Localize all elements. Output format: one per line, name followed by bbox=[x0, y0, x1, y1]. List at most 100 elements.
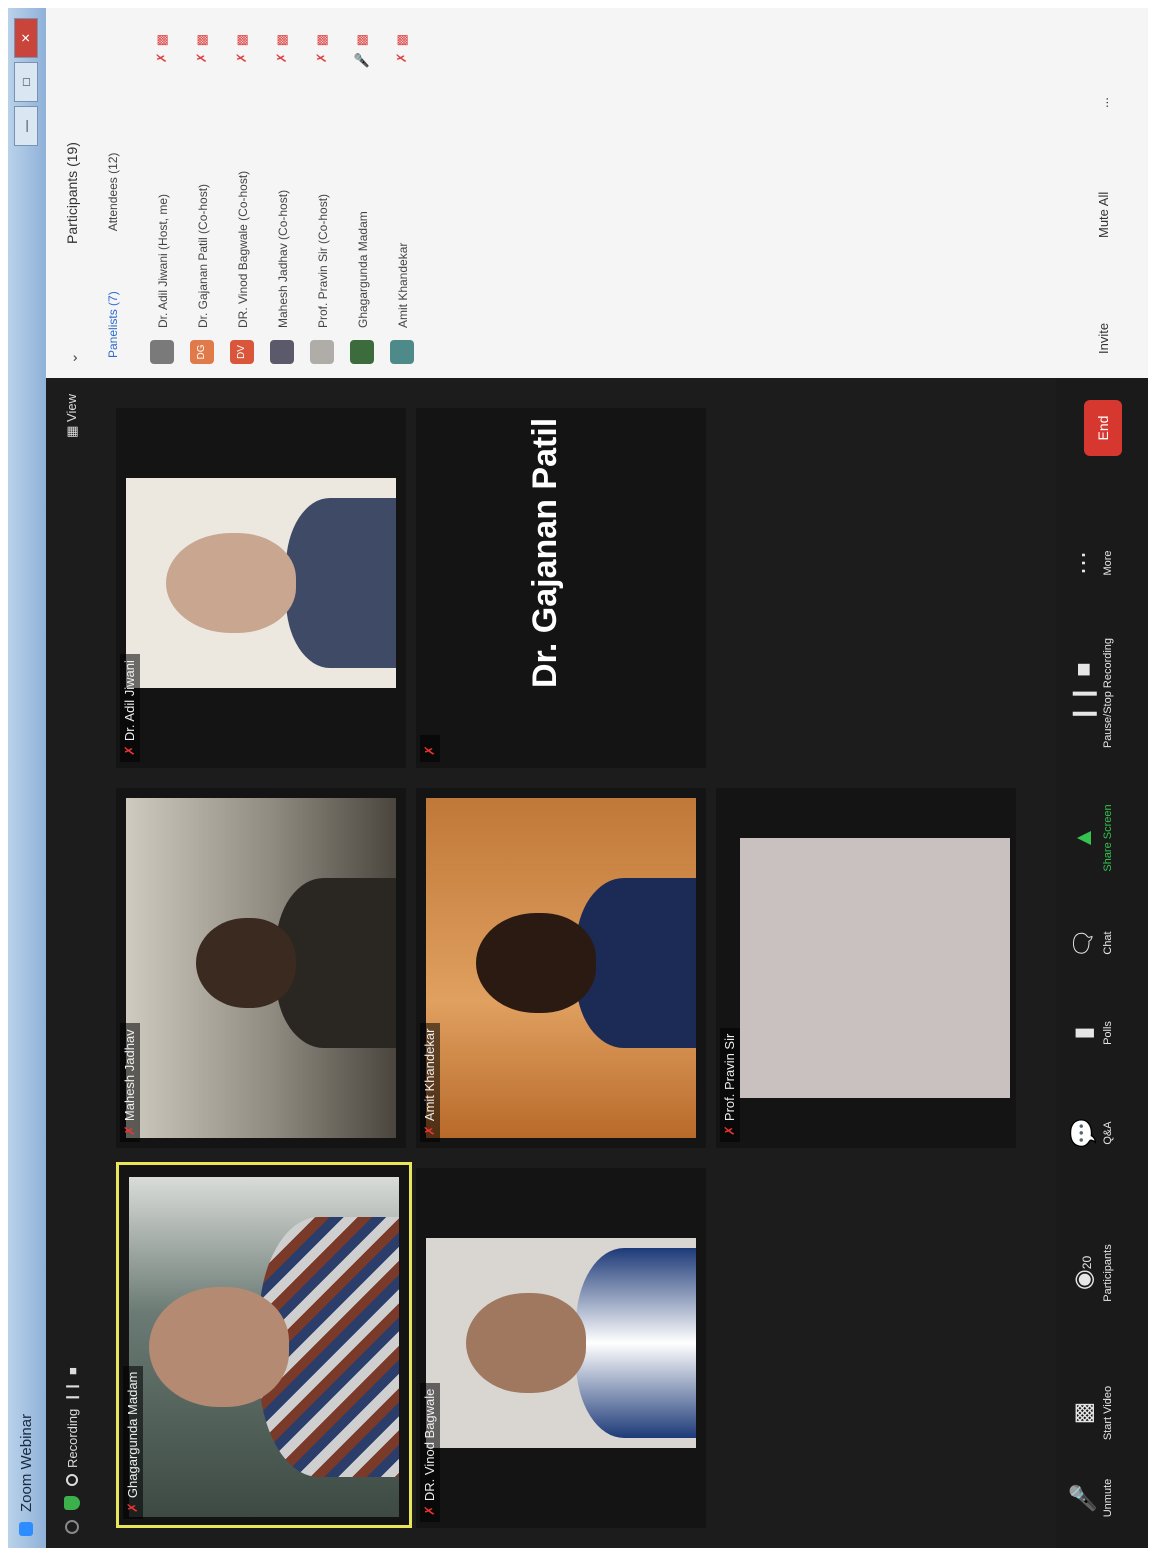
unmute-button[interactable]: 🎤 Unmute bbox=[1066, 1468, 1114, 1528]
toolbar-label: Q&A bbox=[1102, 1121, 1114, 1145]
avatar bbox=[310, 340, 334, 364]
participant-name: Dr. Gajanan Patil (Co-host) bbox=[196, 183, 210, 328]
tile-name-label: ✗ bbox=[420, 735, 440, 762]
participant-row[interactable]: Mahesh Jadhav (Co-host) ✗▩ bbox=[266, 22, 300, 364]
video-feed bbox=[126, 798, 396, 1138]
pause-stop-icon: ❙❙ ■ bbox=[1070, 662, 1097, 724]
tile-name: Ghagargunda Madam bbox=[125, 1371, 140, 1499]
toolbar-label: Chat bbox=[1102, 931, 1114, 955]
video-tile[interactable]: ✗ Prof. Pravin Sir bbox=[716, 788, 1016, 1148]
tab-attendees[interactable]: Attendees (12) bbox=[106, 153, 120, 232]
avatar bbox=[350, 340, 374, 364]
participant-row[interactable]: Dr. Adil Jiwani (Host, me) ✗▩ bbox=[146, 22, 180, 364]
participants-button[interactable]: ◉20 Participants bbox=[1066, 1228, 1114, 1318]
participant-row[interactable]: Ghagargunda Madam 🎤▩ bbox=[346, 22, 380, 364]
toolbar-label: Polls bbox=[1102, 1021, 1114, 1045]
minimize-button[interactable]: — bbox=[14, 106, 38, 146]
start-video-button[interactable]: ▩ Start Video bbox=[1066, 1378, 1114, 1448]
meeting-toolbar: 🎤 Unmute ▩ Start Video ◉20 Participants … bbox=[1056, 378, 1148, 1548]
avatar bbox=[390, 340, 414, 364]
title-bar: Zoom Webinar — □ ✕ bbox=[8, 8, 46, 1548]
participant-row[interactable]: DG Dr. Gajanan Patil (Co-host) ✗▩ bbox=[186, 22, 220, 364]
participants-icon: ◉20 bbox=[1070, 1255, 1097, 1291]
close-button[interactable]: ✕ bbox=[14, 18, 38, 58]
tab-panelists[interactable]: Panelists (7) bbox=[106, 291, 120, 358]
polls-button[interactable]: ▮ Polls bbox=[1066, 1008, 1114, 1058]
tile-name-label: ✗ DR. Vinod Bagwale bbox=[420, 1382, 440, 1522]
end-button[interactable]: End bbox=[1084, 400, 1122, 456]
person-head bbox=[149, 1287, 289, 1407]
participant-name: DR. Vinod Bagwale (Co-host) bbox=[236, 170, 250, 328]
video-camera-icon: ▩ bbox=[1070, 1401, 1097, 1425]
meeting-topbar: Recording ❙❙ ■ ▦ View bbox=[46, 378, 104, 1548]
participant-tabs: Panelists (7) Attendees (12) bbox=[106, 153, 120, 358]
toolbar-label: Pause/Stop Recording bbox=[1102, 637, 1114, 749]
microphone-icon: 🎤 bbox=[1070, 1483, 1097, 1513]
muted-mic-video-icon: ✗▩ bbox=[274, 28, 289, 64]
record-icon bbox=[66, 1474, 78, 1486]
participant-name: Mahesh Jadhav (Co-host) bbox=[276, 189, 290, 328]
zoom-window: Zoom Webinar — □ ✕ Recording ❙❙ ■ ▦ View bbox=[8, 8, 1148, 1548]
avatar: DV bbox=[230, 340, 254, 364]
recording-indicator[interactable]: Recording ❙❙ ■ bbox=[64, 1367, 80, 1486]
avatar bbox=[150, 340, 174, 364]
video-tile[interactable]: ✗ Ghagargunda Madam bbox=[116, 1162, 412, 1528]
muted-mic-icon: ✗ bbox=[125, 1502, 140, 1513]
participant-name: Ghagargunda Madam bbox=[356, 211, 370, 328]
toolbar-label: Participants bbox=[1102, 1244, 1114, 1302]
video-tile[interactable]: ✗ Dr. Gajanan Patil bbox=[416, 408, 706, 768]
window-controls: — □ ✕ bbox=[14, 18, 38, 146]
toolbar-label: Share Screen bbox=[1102, 804, 1114, 872]
video-tile[interactable]: ✗ Mahesh Jadhav bbox=[116, 788, 406, 1148]
person-head bbox=[166, 533, 296, 633]
security-shield-icon[interactable] bbox=[64, 1496, 80, 1510]
muted-mic-icon: ✗ bbox=[422, 1125, 437, 1136]
muted-mic-video-icon: ✗▩ bbox=[234, 28, 249, 64]
video-tile[interactable]: ✗ Amit Khandekar bbox=[416, 788, 706, 1148]
toolbar-label: More bbox=[1102, 550, 1114, 576]
panel-more-button[interactable]: ... bbox=[1096, 97, 1111, 108]
pause-stop-recording-button[interactable]: ❙❙ ■ Pause/Stop Recording bbox=[1066, 618, 1114, 768]
participant-row[interactable]: DV DR. Vinod Bagwale (Co-host) ✗▩ bbox=[226, 22, 260, 364]
video-tile[interactable]: ✗ DR. Vinod Bagwale bbox=[416, 1168, 706, 1528]
pause-recording-icon[interactable]: ❙❙ bbox=[64, 1381, 80, 1403]
tile-name: Amit Khandekar bbox=[422, 1028, 437, 1122]
participants-panel: ⌄ Participants (19) Panelists (7) Attend… bbox=[46, 8, 1148, 378]
video-feed bbox=[426, 798, 696, 1138]
invite-button[interactable]: Invite bbox=[1096, 323, 1111, 354]
mute-all-button[interactable]: Mute All bbox=[1096, 192, 1111, 238]
tile-name-label: ✗ Dr. Adil Jiwani bbox=[120, 654, 140, 762]
info-icon[interactable] bbox=[65, 1520, 79, 1534]
active-speaker-name: Dr. Gajanan Patil bbox=[526, 417, 564, 688]
video-feed bbox=[426, 1238, 696, 1448]
stop-recording-icon[interactable]: ■ bbox=[65, 1367, 80, 1375]
mic-video-icon: 🎤▩ bbox=[354, 28, 369, 69]
person-torso bbox=[576, 1248, 696, 1438]
qa-button[interactable]: 💬 Q&A bbox=[1066, 1108, 1114, 1158]
window-title: Zoom Webinar bbox=[18, 1413, 35, 1512]
more-icon: ⋯ bbox=[1070, 551, 1097, 575]
tile-name-label: ✗ Mahesh Jadhav bbox=[120, 1023, 140, 1142]
share-screen-button[interactable]: ▲ Share Screen bbox=[1066, 798, 1114, 878]
maximize-button[interactable]: □ bbox=[14, 62, 38, 102]
muted-mic-icon: ✗ bbox=[122, 745, 137, 756]
view-button[interactable]: ▦ View bbox=[64, 394, 80, 438]
muted-mic-video-icon: ✗▩ bbox=[314, 28, 329, 64]
participant-count: 20 bbox=[1080, 1255, 1094, 1270]
more-button[interactable]: ⋯ More bbox=[1066, 538, 1114, 588]
tile-name-label: ✗ Ghagargunda Madam bbox=[123, 1365, 143, 1519]
toolbar-label: Unmute bbox=[1102, 1478, 1114, 1518]
participant-row[interactable]: Amit Khandekar ✗▩ bbox=[386, 22, 420, 364]
muted-mic-icon: ✗ bbox=[422, 745, 437, 756]
panel-title: Participants (19) bbox=[64, 142, 80, 244]
polls-icon: ▮ bbox=[1070, 1026, 1097, 1040]
recording-label: Recording bbox=[64, 1408, 80, 1468]
video-tile[interactable]: ✗ Dr. Adil Jiwani bbox=[116, 408, 406, 768]
participant-row[interactable]: Prof. Pravin Sir (Co-host) ✗▩ bbox=[306, 22, 340, 364]
participant-name: Dr. Adil Jiwani (Host, me) bbox=[156, 193, 170, 328]
share-screen-icon: ▲ bbox=[1070, 826, 1097, 850]
muted-mic-video-icon: ✗▩ bbox=[394, 28, 409, 64]
tile-name: Prof. Pravin Sir bbox=[722, 1033, 737, 1122]
muted-mic-video-icon: ✗▩ bbox=[154, 28, 169, 64]
chat-button[interactable]: 🗨 Chat bbox=[1066, 918, 1114, 968]
